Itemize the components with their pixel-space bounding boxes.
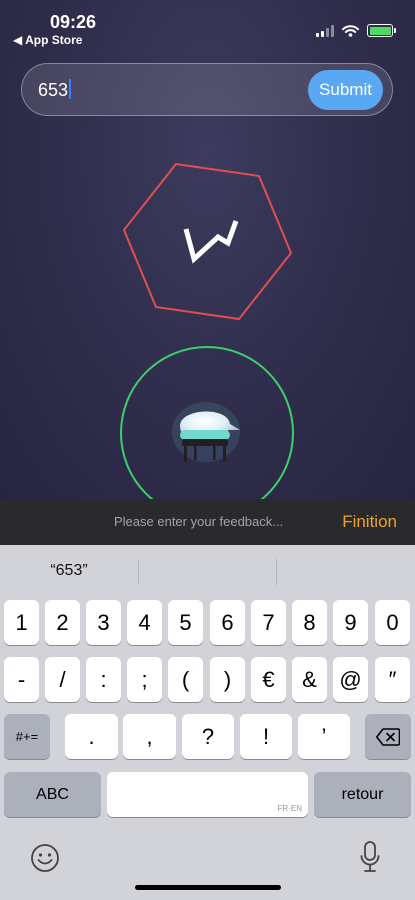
key-colon[interactable]: : (86, 657, 121, 702)
status-time: 09:26 (50, 12, 97, 32)
key-exclamation[interactable]: ! (240, 714, 292, 759)
suggestion-item[interactable] (277, 545, 415, 597)
backspace-key[interactable] (365, 714, 411, 759)
key-at[interactable]: @ (333, 657, 368, 702)
suggestion-item[interactable] (138, 545, 276, 597)
feedback-input[interactable]: Please enter your feedback... (114, 514, 283, 529)
zigzag-icon (183, 220, 239, 264)
key-apostrophe[interactable]: ’ (298, 714, 350, 759)
key-7[interactable]: 7 (251, 600, 286, 645)
key-ampersand[interactable]: & (292, 657, 327, 702)
key-period[interactable]: . (65, 714, 118, 759)
key-open-paren[interactable]: ( (168, 657, 203, 702)
home-indicator[interactable] (135, 885, 281, 890)
key-hyphen[interactable]: - (4, 657, 39, 702)
suggestion-item[interactable]: “653” (0, 545, 138, 597)
text-caret (69, 79, 72, 99)
submit-button[interactable]: Submit (308, 70, 383, 110)
answer-input[interactable]: 653 (38, 79, 72, 101)
back-to-app-store-link[interactable]: ◀ App Store (13, 33, 82, 47)
key-comma[interactable]: , (123, 714, 176, 759)
key-euro[interactable]: € (251, 657, 286, 702)
backspace-icon (376, 727, 400, 746)
key-8[interactable]: 8 (292, 600, 327, 645)
key-5[interactable]: 5 (168, 600, 203, 645)
key-slash[interactable]: / (45, 657, 80, 702)
keyboard-language-hint: FR·EN (277, 804, 302, 813)
keyboard: “653” 1 2 3 4 5 6 7 8 9 0 - / : ; ( ) € … (0, 545, 415, 900)
microphone-icon[interactable] (360, 841, 380, 873)
answer-input-bar[interactable]: 653 Submit (21, 63, 393, 116)
key-4[interactable]: 4 (127, 600, 162, 645)
finition-button[interactable]: Finition (342, 512, 397, 532)
cellular-signal-icon (316, 24, 334, 37)
feedback-bar: Please enter your feedback... Finition (0, 499, 415, 545)
key-semicolon[interactable]: ; (127, 657, 162, 702)
game-area: 09:26 ◀ App Store 653 Submit (0, 0, 415, 500)
status-icons (316, 24, 396, 37)
battery-icon (367, 24, 396, 37)
wifi-icon (342, 24, 359, 37)
return-key[interactable]: retour (314, 772, 411, 817)
key-close-paren[interactable]: ) (210, 657, 245, 702)
flask-icon[interactable] (168, 400, 244, 468)
key-2[interactable]: 2 (45, 600, 80, 645)
key-quote[interactable]: ″ (375, 657, 410, 702)
space-key[interactable]: FR·EN (107, 772, 308, 817)
key-1[interactable]: 1 (4, 600, 39, 645)
suggestion-bar: “653” (0, 545, 415, 597)
key-3[interactable]: 3 (86, 600, 121, 645)
key-9[interactable]: 9 (333, 600, 368, 645)
key-question[interactable]: ? (182, 714, 234, 759)
key-0[interactable]: 0 (375, 600, 410, 645)
key-6[interactable]: 6 (210, 600, 245, 645)
abc-key[interactable]: ABC (4, 772, 101, 817)
status-bar: 09:26 ◀ App Store (0, 0, 415, 50)
emoji-icon[interactable] (30, 843, 60, 873)
key-symbols-toggle[interactable]: #+= (4, 714, 50, 759)
